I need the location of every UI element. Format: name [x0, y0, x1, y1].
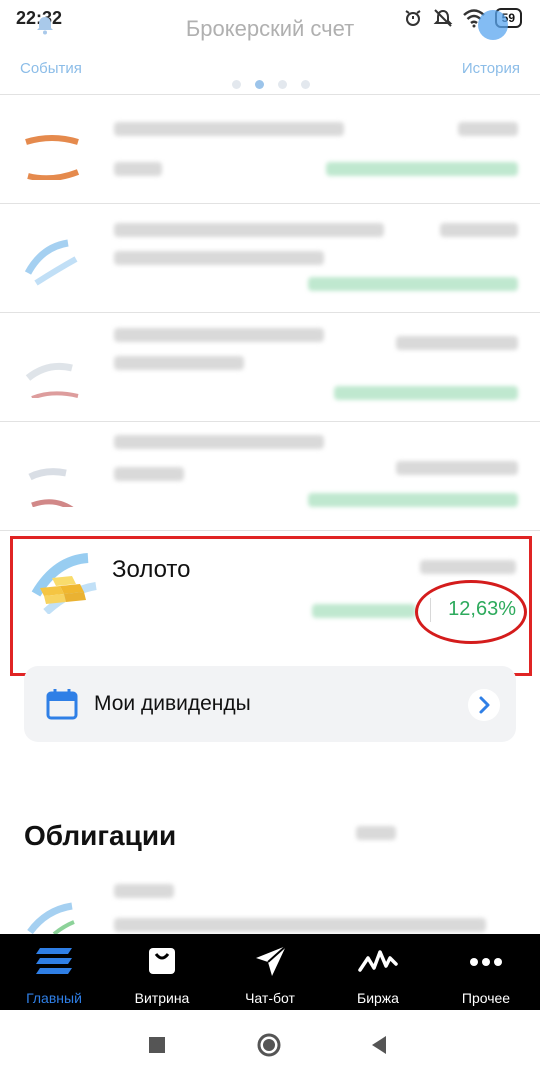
history-link[interactable]: История: [462, 60, 520, 77]
nav-label: Биржа: [357, 990, 399, 1006]
activity-icon: [358, 950, 398, 972]
dividends-label: Мои дивиденды: [94, 692, 251, 715]
obscured-text: [440, 223, 518, 237]
asset-thumbnail: [27, 902, 75, 934]
page-title: Брокерский счет: [185, 16, 355, 41]
nav-item-exchange[interactable]: Биржа: [324, 934, 432, 1010]
events-link[interactable]: События: [20, 60, 82, 77]
home-icon[interactable]: [256, 1032, 282, 1058]
stack-icon: [36, 948, 72, 974]
obscured-text: [396, 461, 518, 475]
obscured-text: [326, 162, 518, 176]
send-icon: [256, 945, 287, 976]
chevron-right-icon[interactable]: [468, 689, 500, 721]
asset-row[interactable]: [0, 878, 540, 934]
asset-thumbnail: [25, 362, 79, 398]
more-dots-icon: [470, 958, 502, 966]
obscured-text: [334, 386, 518, 400]
obscured-text: [114, 435, 324, 449]
asset-row[interactable]: [0, 205, 540, 313]
page-indicator: [232, 80, 310, 89]
nav-item-chatbot[interactable]: Чат-бот: [216, 934, 324, 1010]
obscured-text: [356, 826, 396, 840]
nav-item-main[interactable]: Главный: [0, 934, 108, 1010]
nav-item-more[interactable]: Прочее: [432, 934, 540, 1010]
page-dot-active: [255, 80, 264, 89]
asset-row[interactable]: [0, 314, 540, 422]
asset-row[interactable]: [0, 96, 540, 204]
back-icon[interactable]: [366, 1032, 392, 1058]
obscured-text: [114, 223, 384, 237]
page-dot: [301, 80, 310, 89]
obscured-text: [396, 336, 518, 350]
section-title: Облигации: [24, 820, 177, 851]
asset-thumbnail: [25, 135, 80, 180]
annotation-ellipse: [415, 580, 527, 644]
obscured-text: [114, 122, 344, 136]
nav-label: Чат-бот: [245, 990, 295, 1006]
obscured-text: [458, 122, 518, 136]
obscured-text: [114, 251, 324, 265]
recents-icon[interactable]: [144, 1032, 170, 1058]
obscured-text: [308, 493, 518, 507]
obscured-text: [114, 918, 486, 932]
obscured-text: [114, 328, 324, 342]
obscured-text: [114, 162, 162, 176]
asset-thumbnail: [24, 239, 78, 286]
obscured-text: [114, 467, 184, 481]
nav-label: Главный: [26, 990, 82, 1006]
divider: [0, 94, 540, 95]
asset-row[interactable]: [0, 423, 540, 531]
system-nav-bar: [0, 1010, 540, 1080]
shopping-bag-icon: [149, 948, 175, 974]
nav-label: Витрина: [134, 990, 190, 1006]
obscured-text: [114, 884, 174, 898]
nav-label: Прочее: [461, 990, 511, 1006]
page-dot: [232, 80, 241, 89]
obscured-text: [114, 356, 244, 370]
nav-item-showcase[interactable]: Витрина: [108, 934, 216, 1010]
calendar-icon: [46, 689, 78, 720]
dividends-card[interactable]: Мои дивиденды: [24, 666, 516, 742]
bottom-nav: Главный Витрина Чат-бот Биржа Прочее: [0, 934, 540, 1010]
asset-thumbnail: [28, 468, 74, 507]
page-dot: [278, 80, 287, 89]
obscured-text: [308, 277, 518, 291]
